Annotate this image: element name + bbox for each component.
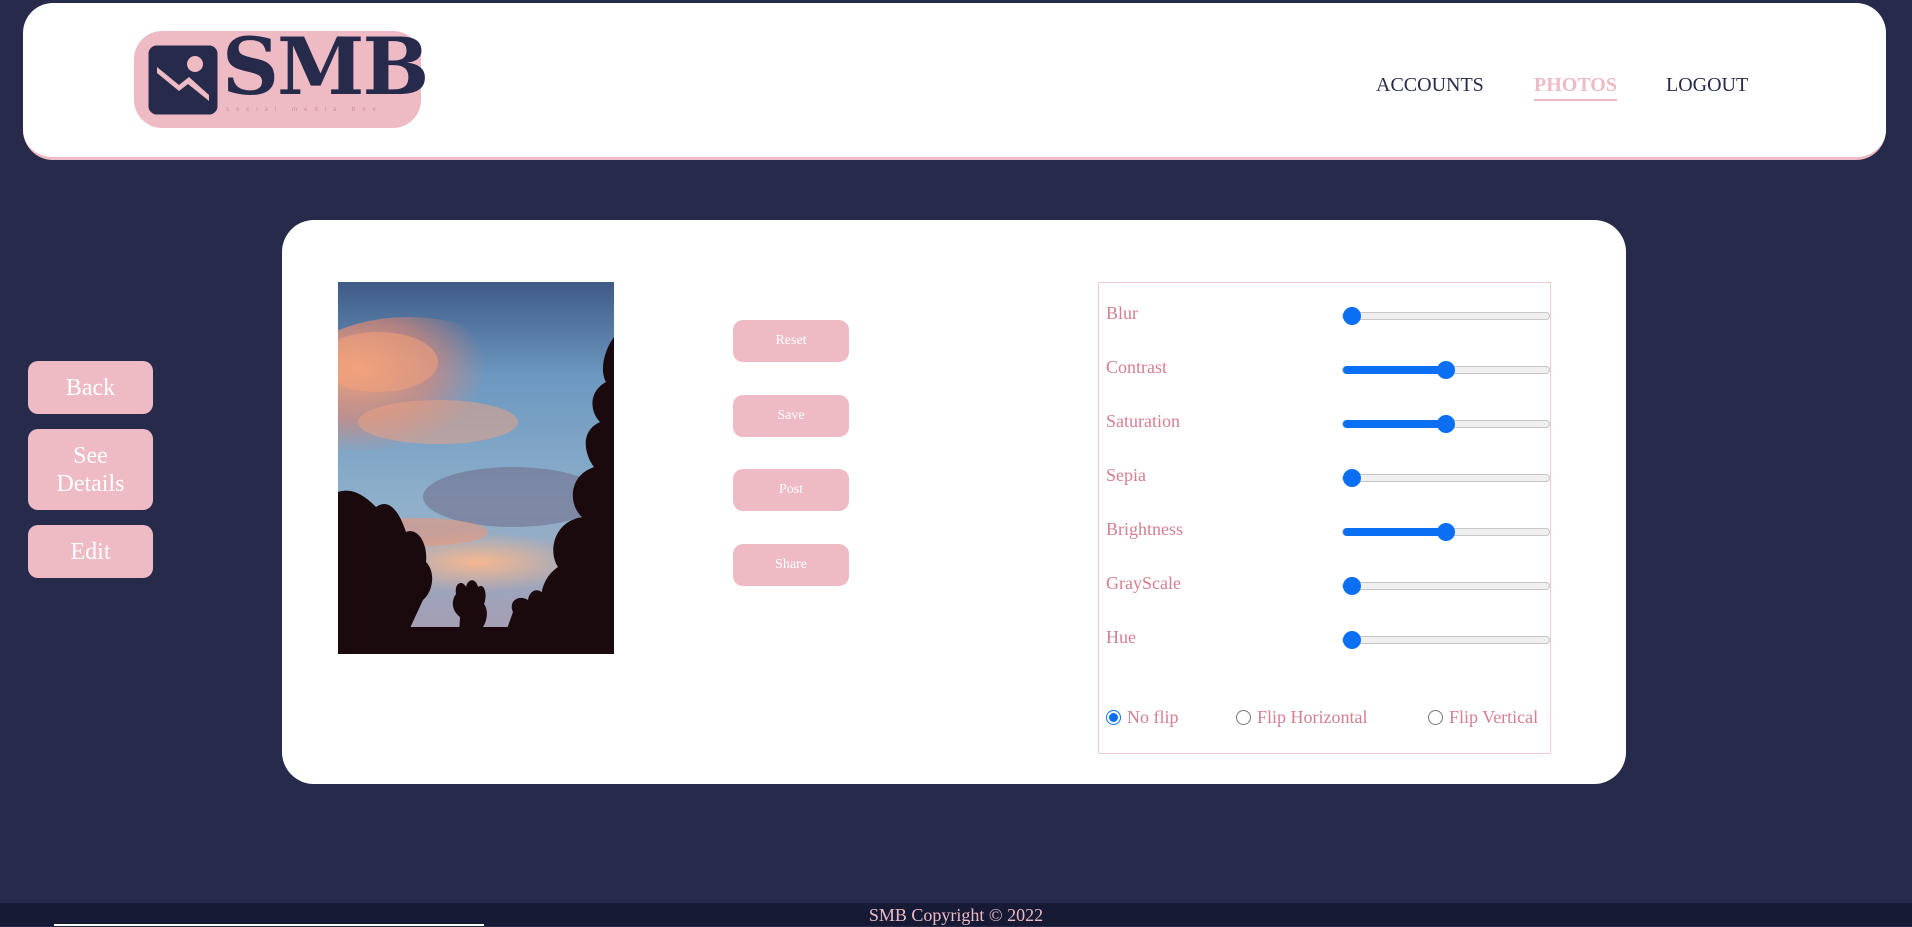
flip-none-label: No flip — [1127, 707, 1179, 727]
slider-thumb[interactable] — [1343, 469, 1361, 487]
logo-tagline: social media box — [226, 107, 383, 113]
contrast-slider[interactable] — [1342, 361, 1550, 379]
flip-horizontal-label: Flip Horizontal — [1257, 707, 1368, 727]
filter-label: Contrast — [1106, 357, 1167, 377]
flip-horizontal-radio[interactable] — [1236, 710, 1251, 725]
header: SMB social media box ACCOUNTS PHOTOS LOG… — [23, 3, 1886, 160]
slider-thumb[interactable] — [1437, 415, 1455, 433]
photo-image — [338, 282, 614, 654]
filter-label: Blur — [1106, 303, 1139, 323]
photo-preview — [338, 282, 614, 654]
hue-slider[interactable] — [1342, 631, 1550, 649]
filter-brightness: Brightness — [1106, 515, 1550, 545]
slider-thumb[interactable] — [1343, 631, 1361, 649]
sepia-slider[interactable] — [1342, 469, 1550, 487]
filter-panel: Blur Contrast Saturation Sepia Brightnes… — [1098, 282, 1551, 754]
flip-options: No flip Flip Horizontal Flip Vertical — [1106, 707, 1548, 733]
nav-accounts[interactable]: ACCOUNTS — [1376, 74, 1484, 97]
grayscale-slider[interactable] — [1342, 577, 1550, 595]
filter-label: Sepia — [1106, 465, 1146, 485]
filter-label: Hue — [1106, 627, 1136, 647]
back-button[interactable]: Back — [28, 361, 153, 414]
flip-vertical-radio[interactable] — [1428, 710, 1443, 725]
share-button[interactable]: Share — [733, 544, 849, 586]
save-button[interactable]: Save — [733, 395, 849, 437]
brightness-slider[interactable] — [1342, 523, 1550, 541]
slider-thumb[interactable] — [1343, 577, 1361, 595]
slider-thumb[interactable] — [1437, 361, 1455, 379]
filter-sepia: Sepia — [1106, 461, 1550, 491]
filter-contrast: Contrast — [1106, 353, 1550, 383]
filter-saturation: Saturation — [1106, 407, 1550, 437]
edit-button[interactable]: Edit — [28, 525, 153, 578]
nav-logout[interactable]: LOGOUT — [1666, 74, 1748, 97]
reset-button[interactable]: Reset — [733, 320, 849, 362]
flip-vertical-label: Flip Vertical — [1449, 707, 1539, 727]
saturation-slider[interactable] — [1342, 415, 1550, 433]
main-nav: ACCOUNTS PHOTOS LOGOUT — [23, 74, 1886, 104]
photo-editor-card: Reset Save Post Share Blur Contrast Satu… — [282, 220, 1626, 784]
blur-slider[interactable] — [1342, 307, 1550, 325]
post-button[interactable]: Post — [733, 469, 849, 511]
filter-grayscale: GrayScale — [1106, 569, 1550, 599]
flip-none-radio[interactable] — [1106, 710, 1121, 725]
slider-thumb[interactable] — [1343, 307, 1361, 325]
filter-blur: Blur — [1106, 299, 1550, 329]
filter-label: Saturation — [1106, 411, 1180, 431]
filter-label: GrayScale — [1106, 573, 1181, 593]
filter-hue: Hue — [1106, 623, 1550, 653]
nav-photos[interactable]: PHOTOS — [1534, 74, 1617, 101]
footer: SMB Copyright © 2022 — [0, 903, 1912, 926]
slider-thumb[interactable] — [1437, 523, 1455, 541]
copyright-text: SMB Copyright © 2022 — [868, 905, 1044, 925]
filter-label: Brightness — [1106, 519, 1184, 539]
see-details-button[interactable]: See Details — [28, 429, 153, 510]
